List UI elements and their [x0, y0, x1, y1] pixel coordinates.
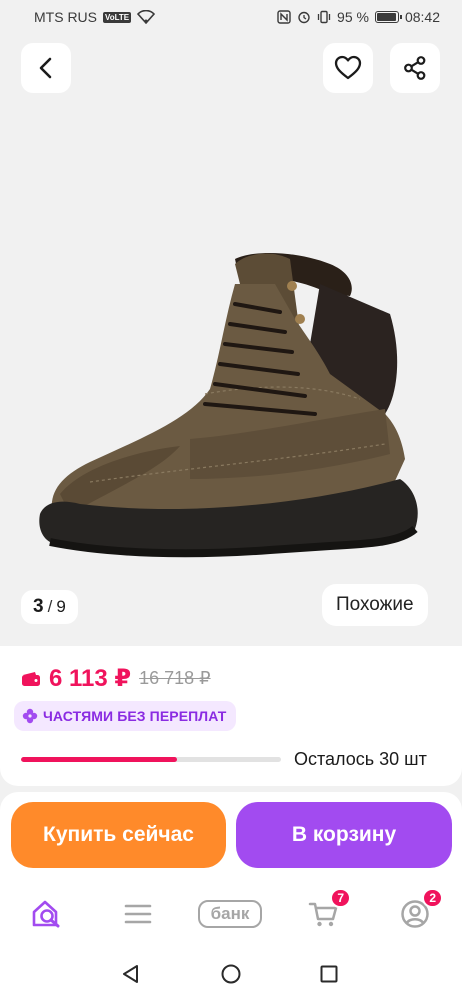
battery-icon — [374, 11, 402, 23]
current-price: 6 113 ₽ — [49, 665, 132, 692]
battery-fill — [376, 13, 396, 21]
status-right: 95 % 08:42 — [277, 9, 440, 25]
share-button[interactable] — [390, 43, 440, 93]
nav-recent-button[interactable] — [317, 962, 341, 986]
bottom-tab-bar: банк 7 2 — [0, 882, 462, 946]
battery-percent: 95 % — [337, 9, 369, 25]
nav-home-icon — [221, 964, 241, 984]
tab-bank[interactable]: банк — [196, 896, 264, 932]
nav-recent-icon — [320, 965, 338, 983]
cart-badge: 7 — [330, 888, 351, 908]
stock-progress — [21, 757, 281, 762]
gallery-counter: 3 / 9 — [21, 590, 78, 624]
favorite-button[interactable] — [323, 43, 373, 93]
system-nav-bar — [0, 946, 462, 1000]
add-to-cart-button[interactable]: В корзину — [236, 802, 452, 868]
stock-progress-fill — [21, 757, 177, 762]
product-gallery[interactable]: 3 / 9 Похожие — [0, 34, 462, 646]
heart-icon — [334, 55, 362, 80]
similar-button[interactable]: Похожие — [322, 584, 428, 626]
nav-back-icon — [123, 965, 138, 983]
catalog-menu-icon — [124, 904, 152, 924]
nfc-icon — [277, 10, 291, 24]
gallery-separator: / — [47, 597, 53, 616]
wifi-icon — [137, 10, 156, 24]
vibrate-icon — [317, 10, 331, 24]
status-bar: MTS RUS VoLTE 95 % 08:42 — [0, 0, 462, 34]
alarm-icon — [298, 11, 310, 24]
add-to-cart-label: В корзину — [291, 823, 397, 846]
installments-label: ЧАСТЯМИ БЕЗ ПЕРЕПЛАТ — [43, 708, 227, 724]
price-row: 6 113 ₽ 16 718 ₽ — [21, 664, 211, 693]
tab-cart[interactable]: 7 — [303, 888, 351, 932]
nav-home-button[interactable] — [219, 962, 243, 986]
bank-label: банк — [198, 900, 262, 928]
status-left: MTS RUS VoLTE — [34, 9, 156, 25]
gallery-total: 9 — [56, 597, 66, 616]
buy-now-button[interactable]: Купить сейчас — [11, 802, 226, 868]
installments-badge[interactable]: ЧАСТЯМИ БЕЗ ПЕРЕПЛАТ — [14, 701, 237, 731]
home-search-icon — [32, 900, 60, 928]
tab-home[interactable] — [27, 896, 67, 932]
carrier-name: MTS RUS — [34, 9, 97, 25]
back-arrow-icon — [39, 57, 52, 79]
old-price: 16 718 ₽ — [139, 668, 211, 688]
tab-profile[interactable]: 2 — [395, 888, 443, 932]
volte-badge: VoLTE — [103, 11, 132, 23]
wallet-icon — [22, 671, 40, 686]
profile-badge: 2 — [422, 888, 443, 908]
purchase-actions: Купить сейчас В корзину — [0, 792, 462, 882]
share-icon — [404, 56, 426, 80]
product-image-boot[interactable] — [30, 224, 430, 564]
installments-flower-icon — [22, 708, 38, 724]
clock: 08:42 — [404, 9, 440, 25]
stock-remaining: Осталось 30 шт — [294, 749, 427, 769]
price-card: 6 113 ₽ 16 718 ₽ ЧАСТЯМИ БЕЗ ПЕРЕПЛАТ Ос… — [0, 646, 462, 786]
tab-catalog[interactable] — [118, 896, 158, 932]
back-button[interactable] — [21, 43, 71, 93]
gallery-current: 3 — [33, 596, 44, 617]
buy-now-label: Купить сейчас — [43, 823, 194, 846]
similar-label: Похожие — [336, 594, 414, 615]
nav-back-button[interactable] — [119, 962, 143, 986]
